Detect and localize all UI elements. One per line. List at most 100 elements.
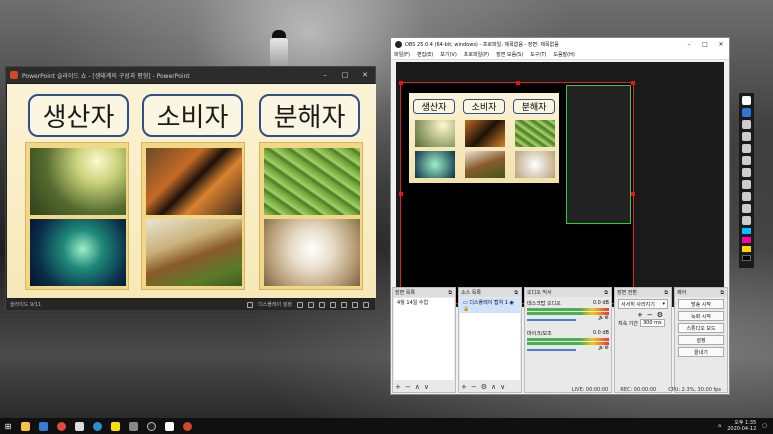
close-button[interactable]: ✕ xyxy=(355,67,375,83)
obs-window[interactable]: OBS 25.0.4 (64-bit, windows) - 프로파일: 제목없… xyxy=(390,37,730,395)
menu-profile[interactable]: 프로파일(P) xyxy=(464,51,489,58)
powerpoint-window[interactable]: PowerPoint 슬라이드 쇼 - [생태계의 구성과 평형] - Powe… xyxy=(5,66,376,310)
resize-handle[interactable] xyxy=(631,81,635,85)
display-icon[interactable] xyxy=(247,301,254,308)
dock-float-icon[interactable]: ⧉ xyxy=(604,290,608,296)
duration-input[interactable]: 300 ms xyxy=(640,319,665,327)
powerpoint-taskbar-icon[interactable] xyxy=(178,418,196,434)
visibility-eye-icon[interactable]: ◉ xyxy=(509,300,513,306)
menu-edit[interactable]: 편집(E) xyxy=(417,51,433,58)
clock[interactable]: 오후 1:35 2020-04-12 xyxy=(727,420,756,432)
studio-mode-button[interactable]: 스튜디오 모드 xyxy=(678,323,724,333)
resize-handle[interactable] xyxy=(516,81,520,85)
slide-canvas[interactable]: 생산자 소비자 분해자 xyxy=(7,84,376,298)
highlighter-icon[interactable] xyxy=(742,132,751,141)
network-icon[interactable]: ⌂ xyxy=(718,423,721,429)
mail-icon[interactable] xyxy=(70,418,88,434)
color-yellow-swatch[interactable] xyxy=(742,246,751,252)
pen-icon[interactable] xyxy=(742,120,751,129)
bacteria-photo xyxy=(264,148,360,215)
file-explorer-icon[interactable] xyxy=(16,418,34,434)
app-icon[interactable] xyxy=(124,418,142,434)
color-magenta-swatch[interactable] xyxy=(742,237,751,243)
slide-sorter-icon[interactable] xyxy=(341,301,347,308)
start-recording-button[interactable]: 녹화 시작 xyxy=(678,311,724,321)
prev-slide-icon[interactable] xyxy=(297,301,303,308)
reading-view-icon[interactable] xyxy=(352,301,358,308)
gear-icon[interactable]: ⚙ xyxy=(657,311,663,319)
volume-slider[interactable] xyxy=(527,318,577,321)
pen-app-icon[interactable] xyxy=(160,418,178,434)
obs-taskbar-icon[interactable] xyxy=(142,418,160,434)
windows-start-icon[interactable]: ⊞ xyxy=(0,418,16,434)
transition-select[interactable]: 서서히 사라지기 ▾ xyxy=(618,299,668,309)
exit-button[interactable]: 끝내기 xyxy=(678,347,724,357)
dock-float-icon[interactable]: ⧉ xyxy=(720,290,724,296)
obs-statusbar: LIVE: 00:00:00 REC: 00:00:00 CPU: 2.3%, … xyxy=(391,384,729,395)
annotation-toolbar xyxy=(739,93,754,268)
menu-icon[interactable] xyxy=(308,301,314,308)
shape-icon[interactable] xyxy=(742,156,751,165)
trash-icon[interactable] xyxy=(742,180,751,189)
dock-float-icon[interactable]: ⧉ xyxy=(664,290,668,296)
obs-close-button[interactable]: ✕ xyxy=(713,38,729,50)
audio-mixer-dock: 오디오 믹서 ⧉ 데스크탑 오디오 0.0 dB 🔊 ⚙ 마이크/보조 0.0 dB … xyxy=(524,287,612,393)
gear-icon[interactable]: ⚙ xyxy=(605,345,609,351)
obs-preview[interactable]: 생산자 소비자 분해자 xyxy=(396,62,724,307)
scenes-list[interactable]: 4월 14일 수업 xyxy=(394,298,454,380)
sources-list[interactable]: ▭ 디스플레이 캡쳐 1 ◉ 🔒 xyxy=(460,298,520,380)
chrome-icon[interactable] xyxy=(52,418,70,434)
remove-transition-icon[interactable]: − xyxy=(647,311,653,319)
cursor-icon[interactable] xyxy=(742,108,751,117)
ppt-titlebar[interactable]: PowerPoint 슬라이드 쇼 - [생태계의 구성과 평형] - Powe… xyxy=(6,67,375,83)
menu-scene-collection[interactable]: 장면 모음(S) xyxy=(496,51,523,58)
resize-handle[interactable] xyxy=(399,192,403,196)
start-streaming-button[interactable]: 방송 시작 xyxy=(678,299,724,309)
preview-slide-thumbnail: 생산자 소비자 분해자 xyxy=(409,93,559,183)
normal-view-icon[interactable] xyxy=(330,301,336,308)
resize-handle[interactable] xyxy=(631,192,635,196)
source-item[interactable]: ▭ 디스플레이 캡쳐 1 ◉ 🔒 xyxy=(460,298,520,313)
undo-icon[interactable] xyxy=(742,168,751,177)
track-db: 0.0 dB xyxy=(592,300,609,306)
track-name: 데스크탑 오디오 xyxy=(527,301,561,307)
scenes-dock: 장면 목록 ⧉ 4월 14일 수업 + − ∧ ∨ xyxy=(392,287,456,393)
menu-help[interactable]: 도움말(H) xyxy=(553,51,574,58)
clipboard-icon[interactable] xyxy=(742,216,751,225)
preview-word-producer: 생산자 xyxy=(413,99,455,114)
menu-file[interactable]: 파일(F) xyxy=(394,51,410,58)
lock-icon[interactable]: 🔒 xyxy=(463,306,469,312)
whiteboard-icon[interactable] xyxy=(742,192,751,201)
obs-minimize-button[interactable]: – xyxy=(681,38,697,50)
tiger-photo xyxy=(146,148,242,215)
eraser-icon[interactable] xyxy=(742,144,751,153)
edge-icon[interactable] xyxy=(88,418,106,434)
word-producer: 생산자 xyxy=(28,94,129,137)
resize-handle[interactable] xyxy=(399,81,403,85)
next-slide-icon[interactable] xyxy=(319,301,325,308)
add-transition-icon[interactable]: + xyxy=(637,311,643,319)
screenshot-icon[interactable] xyxy=(742,204,751,213)
menu-tools[interactable]: 도구(T) xyxy=(530,51,546,58)
settings-button[interactable]: 설정 xyxy=(678,335,724,345)
menu-view[interactable]: 보기(V) xyxy=(440,51,457,58)
obs-maximize-button[interactable]: □ xyxy=(697,38,713,50)
display-settings-label[interactable]: 디스플레이 설정 xyxy=(258,301,292,308)
scene-item[interactable]: 4월 14일 수업 xyxy=(394,298,454,307)
gear-icon[interactable]: ⚙ xyxy=(605,315,609,321)
kakaotalk-icon[interactable] xyxy=(106,418,124,434)
pin-icon[interactable] xyxy=(742,96,751,105)
color-black-swatch[interactable] xyxy=(742,255,751,261)
minimize-button[interactable]: – xyxy=(315,67,335,83)
color-cyan-swatch[interactable] xyxy=(742,228,751,234)
obs-titlebar[interactable]: OBS 25.0.4 (64-bit, windows) - 프로파일: 제목없… xyxy=(391,38,729,50)
dock-float-icon[interactable]: ⧉ xyxy=(514,290,518,296)
maximize-button[interactable]: □ xyxy=(335,67,355,83)
store-icon[interactable] xyxy=(34,418,52,434)
notification-icon[interactable]: ▢ xyxy=(762,423,767,429)
preview-mold xyxy=(515,151,555,178)
slideshow-icon[interactable] xyxy=(363,301,369,308)
volume-slider[interactable] xyxy=(527,348,577,351)
dock-float-icon[interactable]: ⧉ xyxy=(448,290,452,296)
preview-source-bounds[interactable]: 생산자 소비자 분해자 xyxy=(399,81,635,305)
